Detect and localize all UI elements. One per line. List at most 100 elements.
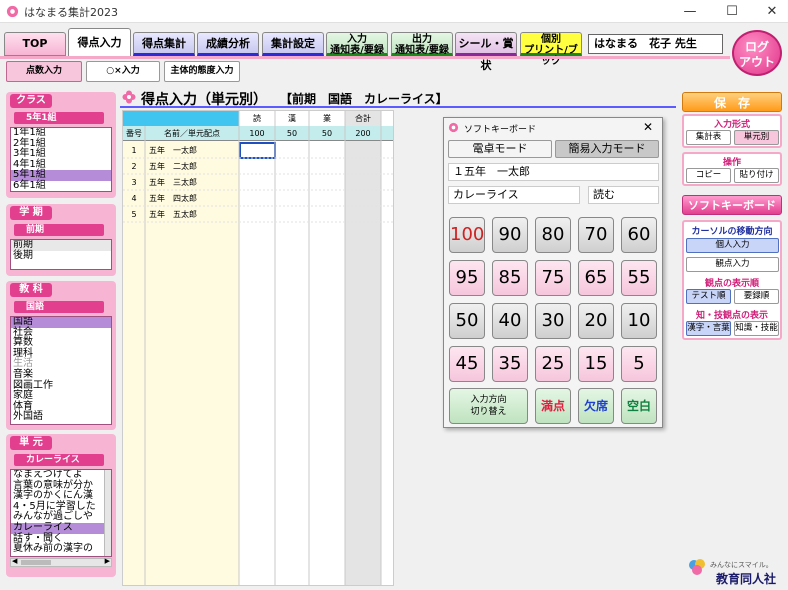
term-item[interactable]: 後期 xyxy=(11,250,111,262)
scroll-left-icon[interactable]: ◀ xyxy=(12,557,17,565)
key-80[interactable]: 80 xyxy=(535,217,571,253)
key-75[interactable]: 75 xyxy=(535,260,571,296)
nav-tab-individual-print[interactable]: 個別 プリント/ブック xyxy=(520,32,582,67)
key-35[interactable]: 35 xyxy=(492,346,528,382)
save-button[interactable]: 保 存 xyxy=(682,92,782,112)
key-15[interactable]: 15 xyxy=(578,346,614,382)
class-item[interactable]: 6年1組 xyxy=(11,180,111,191)
input-format-box: 入力形式 集計表 単元別 xyxy=(682,114,782,148)
close-button[interactable]: ✕ xyxy=(752,0,788,23)
summary-table-button[interactable]: 集計表 xyxy=(686,130,731,145)
key-55[interactable]: 55 xyxy=(621,260,657,296)
grid-lines xyxy=(123,111,393,585)
nav-output-line1: 出力 xyxy=(412,34,432,45)
scroll-thumb[interactable] xyxy=(21,560,51,565)
dialog-title: ソフトキーボード xyxy=(464,125,537,135)
logout-button[interactable]: ログ アウト xyxy=(732,30,782,76)
nav-tab-score-summary[interactable]: 得点集計 xyxy=(133,32,195,56)
logout-line1: ログ xyxy=(744,40,769,54)
by-student-button[interactable]: 個人入力 xyxy=(686,238,779,253)
unit-selected-label: カレーライス xyxy=(14,454,104,466)
key-70[interactable]: 70 xyxy=(578,217,614,253)
term-item-selected[interactable]: 前期 xyxy=(11,240,111,251)
nav-tab-report-output[interactable]: 出力 通知表/要録 xyxy=(391,32,453,56)
paste-button[interactable]: 貼り付け xyxy=(734,168,779,183)
subtab-score-input[interactable]: 点数入力 xyxy=(6,61,82,82)
key-25[interactable]: 25 xyxy=(535,346,571,382)
record-order-button[interactable]: 要録順 xyxy=(734,289,779,304)
subject-section: 教 科 国語 国語 社会 算数 理科 生活 音楽 図画工作 家庭 体育 外国語 xyxy=(6,281,116,430)
key-60[interactable]: 60 xyxy=(621,217,657,253)
unit-section: 単 元 カレーライス なまえつけてよ 言葉の意味が分か 漢字のかくにん漢 4・5… xyxy=(6,434,116,577)
unit-item-selected[interactable]: カレーライス xyxy=(11,522,111,534)
simple-input-mode-button[interactable]: 簡易入力モード xyxy=(555,140,659,158)
nav-tab-seal-certificate[interactable]: シール・賞状 xyxy=(455,32,517,72)
nav-tab-grade-analysis[interactable]: 成績分析 xyxy=(197,32,259,56)
key-95[interactable]: 95 xyxy=(449,260,485,296)
input-format-label: 入力形式 xyxy=(713,120,750,130)
by-aspect-button[interactable]: 観点入力 xyxy=(686,257,779,272)
term-list[interactable]: 前期 後期 xyxy=(10,239,112,270)
nav-divider xyxy=(0,56,730,59)
flower-app-icon xyxy=(6,5,19,18)
key-65[interactable]: 65 xyxy=(578,260,614,296)
test-order-button[interactable]: テスト順 xyxy=(686,289,731,304)
direction-line1: 入力方向 xyxy=(470,395,507,405)
calculator-mode-button[interactable]: 電卓モード xyxy=(448,140,552,158)
unit-list-hscrollbar[interactable]: ◀ ▶ xyxy=(10,557,112,567)
subtab-ox-input[interactable]: ○×入力 xyxy=(86,61,160,82)
cursor-settings-box: カーソルの移動方向 個人入力 観点入力 観点の表示順 テスト順 要録順 知・技観… xyxy=(682,220,782,340)
blank-key[interactable]: 空白 xyxy=(621,388,657,424)
subject-item-selected[interactable]: 国語 xyxy=(11,317,111,328)
score-grid[interactable]: 読 漢 業 合計 番号 名前／単元配点 100 50 50 200 1 五年 一… xyxy=(122,110,394,586)
unit-item[interactable]: なまえつけてよ xyxy=(11,470,111,481)
direction-line2: 切り替え xyxy=(470,407,507,417)
maximize-button[interactable]: ☐ xyxy=(712,0,752,23)
student-field: １五年 一太郎 xyxy=(448,163,659,181)
logout-line2: アウト xyxy=(738,55,775,69)
input-direction-toggle[interactable]: 入力方向 切り替え xyxy=(449,388,528,424)
unit-based-button[interactable]: 単元別 xyxy=(734,130,779,145)
nav-tab-score-input[interactable]: 得点入力 xyxy=(68,28,131,58)
flower-dialog-icon xyxy=(448,122,459,133)
nav-tab-summary-settings[interactable]: 集計設定 xyxy=(262,32,324,56)
subject-list[interactable]: 国語 社会 算数 理科 生活 音楽 図画工作 家庭 体育 外国語 xyxy=(10,316,112,425)
key-50[interactable]: 50 xyxy=(449,303,485,339)
copy-button[interactable]: コピー xyxy=(686,168,731,183)
subtab-attitude-input[interactable]: 主体的態度入力 xyxy=(164,61,240,82)
knowledge-display-label: 知・技観点の表示 xyxy=(695,311,768,321)
unit-list-scrollbar[interactable] xyxy=(104,470,111,556)
class-heading: クラス xyxy=(10,94,52,108)
soft-keyboard-dialog: ソフトキーボード ✕ 電卓モード 簡易入力モード １五年 一太郎 カレーライス … xyxy=(443,117,663,428)
key-20[interactable]: 20 xyxy=(578,303,614,339)
dialog-close-icon[interactable]: ✕ xyxy=(643,120,653,134)
scroll-right-icon[interactable]: ▶ xyxy=(105,557,110,565)
minimize-button[interactable]: — xyxy=(670,0,710,23)
smile-logo-icon xyxy=(689,559,705,575)
subject-item[interactable]: 外国語 xyxy=(11,412,111,423)
key-30[interactable]: 30 xyxy=(535,303,571,339)
nav-tab-report-input[interactable]: 入力 通知表/要録 xyxy=(326,32,388,56)
key-45[interactable]: 45 xyxy=(449,346,485,382)
page-context: 【前期 国語 カレーライス】 xyxy=(280,92,448,106)
key-90[interactable]: 90 xyxy=(492,217,528,253)
unit-list[interactable]: なまえつけてよ 言葉の意味が分か 漢字のかくにん漢 4・5月に学習した みんなが… xyxy=(10,469,112,557)
teacher-name: はなまる 花子 先生 xyxy=(588,34,723,54)
knowledge-skill-button[interactable]: 知識・技能 xyxy=(734,321,779,336)
key-10[interactable]: 10 xyxy=(621,303,657,339)
absent-key[interactable]: 欠席 xyxy=(578,388,614,424)
key-85[interactable]: 85 xyxy=(492,260,528,296)
key-5[interactable]: 5 xyxy=(621,346,657,382)
flower-heading-icon xyxy=(122,90,136,104)
key-100[interactable]: 100 xyxy=(449,217,485,253)
class-item[interactable]: 1年1組 xyxy=(11,128,111,139)
unit-field: カレーライス xyxy=(448,186,580,204)
full-score-key[interactable]: 満点 xyxy=(535,388,571,424)
unit-item[interactable]: 夏休み前の漢字の xyxy=(11,544,111,555)
key-40[interactable]: 40 xyxy=(492,303,528,339)
nav-tab-top[interactable]: TOP xyxy=(4,32,66,56)
class-list[interactable]: 1年1組 2年1組 3年1組 4年1組 5年1組 6年1組 xyxy=(10,127,112,192)
soft-keyboard-button[interactable]: ソフトキーボード xyxy=(682,195,782,215)
kanji-language-button[interactable]: 漢字・言葉 xyxy=(686,321,731,336)
subject-item[interactable]: 音楽 xyxy=(11,369,111,381)
